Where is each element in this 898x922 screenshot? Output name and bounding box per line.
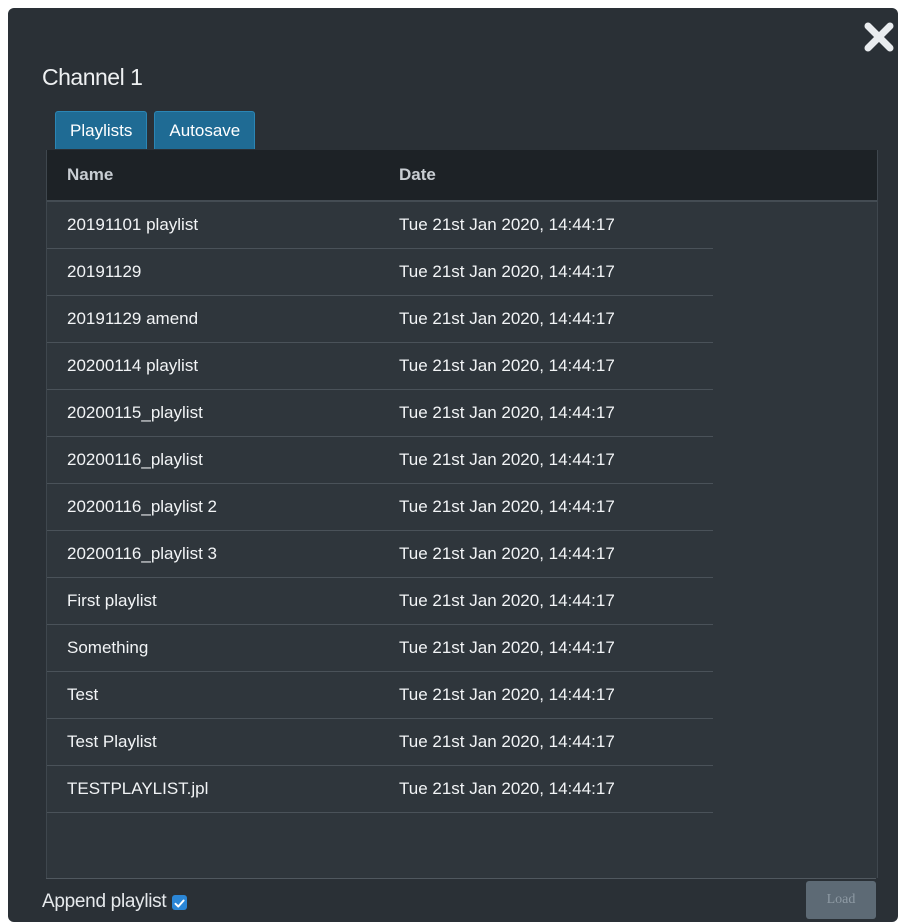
playlist-name: Test <box>67 685 99 704</box>
playlist-date: Tue 21st Jan 2020, 14:44:17 <box>399 403 615 422</box>
playlist-date: Tue 21st Jan 2020, 14:44:17 <box>399 732 615 751</box>
playlist-date: Tue 21st Jan 2020, 14:44:17 <box>399 685 615 704</box>
tab-bar: Playlists Autosave <box>55 111 256 149</box>
playlist-date: Tue 21st Jan 2020, 14:44:17 <box>399 309 615 328</box>
playlist-dialog: Channel 1 Playlists Autosave Name Date 2… <box>8 8 898 922</box>
playlist-name: TESTPLAYLIST.jpl <box>67 779 209 798</box>
playlist-table: Name Date 20191101 playlist Tue 21st Jan … <box>46 150 878 878</box>
playlist-name: 20191101 playlist <box>67 215 199 234</box>
append-playlist-label: Append playlist <box>42 891 167 912</box>
playlist-name: 20200116_playlist 3 <box>67 544 217 563</box>
playlist-name: 20200114 playlist <box>67 356 199 375</box>
playlist-date: Tue 21st Jan 2020, 14:44:17 <box>399 262 615 281</box>
table-row[interactable]: 20200116_playlist Tue 21st Jan 2020, 14:4… <box>47 437 713 484</box>
playlist-name: Test Playlist <box>67 732 157 751</box>
playlist-date: Tue 21st Jan 2020, 14:44:17 <box>399 356 615 375</box>
table-row[interactable]: 20200115_playlist Tue 21st Jan 2020, 14:4… <box>47 390 713 437</box>
playlist-date: Tue 21st Jan 2020, 14:44:17 <box>399 638 615 657</box>
table-body: 20191101 playlist Tue 21st Jan 2020, 14:4… <box>47 202 877 813</box>
playlist-name: 20200115_playlist <box>67 403 203 422</box>
table-row[interactable]: 20191129 amend Tue 21st Jan 2020, 14:44:1… <box>47 296 713 343</box>
append-playlist: Append playlist <box>42 891 188 913</box>
playlist-name: 20200116_playlist 2 <box>67 497 217 516</box>
playlist-name: 20191129 amend <box>67 309 199 328</box>
playlist-name: 20191129 <box>67 262 142 281</box>
playlist-date: Tue 21st Jan 2020, 14:44:17 <box>399 215 615 234</box>
playlist-name: First playlist <box>67 591 157 610</box>
table-header: Name Date <box>47 150 877 202</box>
table-row[interactable]: Test Tue 21st Jan 2020, 14:44:17 <box>47 672 713 719</box>
playlist-date: Tue 21st Jan 2020, 14:44:17 <box>399 591 615 610</box>
tab-autosave[interactable]: Autosave <box>154 111 256 149</box>
dialog-title: Channel 1 <box>42 64 143 90</box>
playlist-name: 20200116_playlist <box>67 450 203 469</box>
table-row[interactable]: Something Tue 21st Jan 2020, 14:44:17 <box>47 625 713 672</box>
table-row[interactable]: 20191101 playlist Tue 21st Jan 2020, 14:4… <box>47 202 713 249</box>
table-row[interactable]: 20191129 Tue 21st Jan 2020, 14:44:17 <box>47 249 713 296</box>
footer-divider <box>46 878 876 879</box>
playlist-date: Tue 21st Jan 2020, 14:44:17 <box>399 544 615 563</box>
tab-playlists[interactable]: Playlists <box>55 111 148 149</box>
checkmark-icon <box>174 899 185 907</box>
table-row[interactable]: First playlist Tue 21st Jan 2020, 14:44:1… <box>47 578 713 625</box>
table-row[interactable]: TESTPLAYLIST.jpl Tue 21st Jan 2020, 14:44… <box>47 766 713 813</box>
column-header-date[interactable]: Date <box>379 165 711 185</box>
table-row[interactable]: Test Playlist Tue 21st Jan 2020, 14:44:17 <box>47 719 713 766</box>
table-row[interactable]: 20200114 playlist Tue 21st Jan 2020, 14:4… <box>47 343 713 390</box>
append-playlist-checkbox[interactable] <box>172 894 188 910</box>
column-header-name[interactable]: Name <box>47 165 379 185</box>
table-row[interactable]: 20200116_playlist 3 Tue 21st Jan 2020, 14… <box>47 531 713 578</box>
playlist-date: Tue 21st Jan 2020, 14:44:17 <box>399 779 615 798</box>
load-button[interactable]: Load <box>806 881 876 919</box>
close-icon[interactable] <box>862 20 896 54</box>
playlist-date: Tue 21st Jan 2020, 14:44:17 <box>399 450 615 469</box>
playlist-name: Something <box>67 638 149 657</box>
playlist-date: Tue 21st Jan 2020, 14:44:17 <box>399 497 615 516</box>
table-row[interactable]: 20200116_playlist 2 Tue 21st Jan 2020, 14… <box>47 484 713 531</box>
